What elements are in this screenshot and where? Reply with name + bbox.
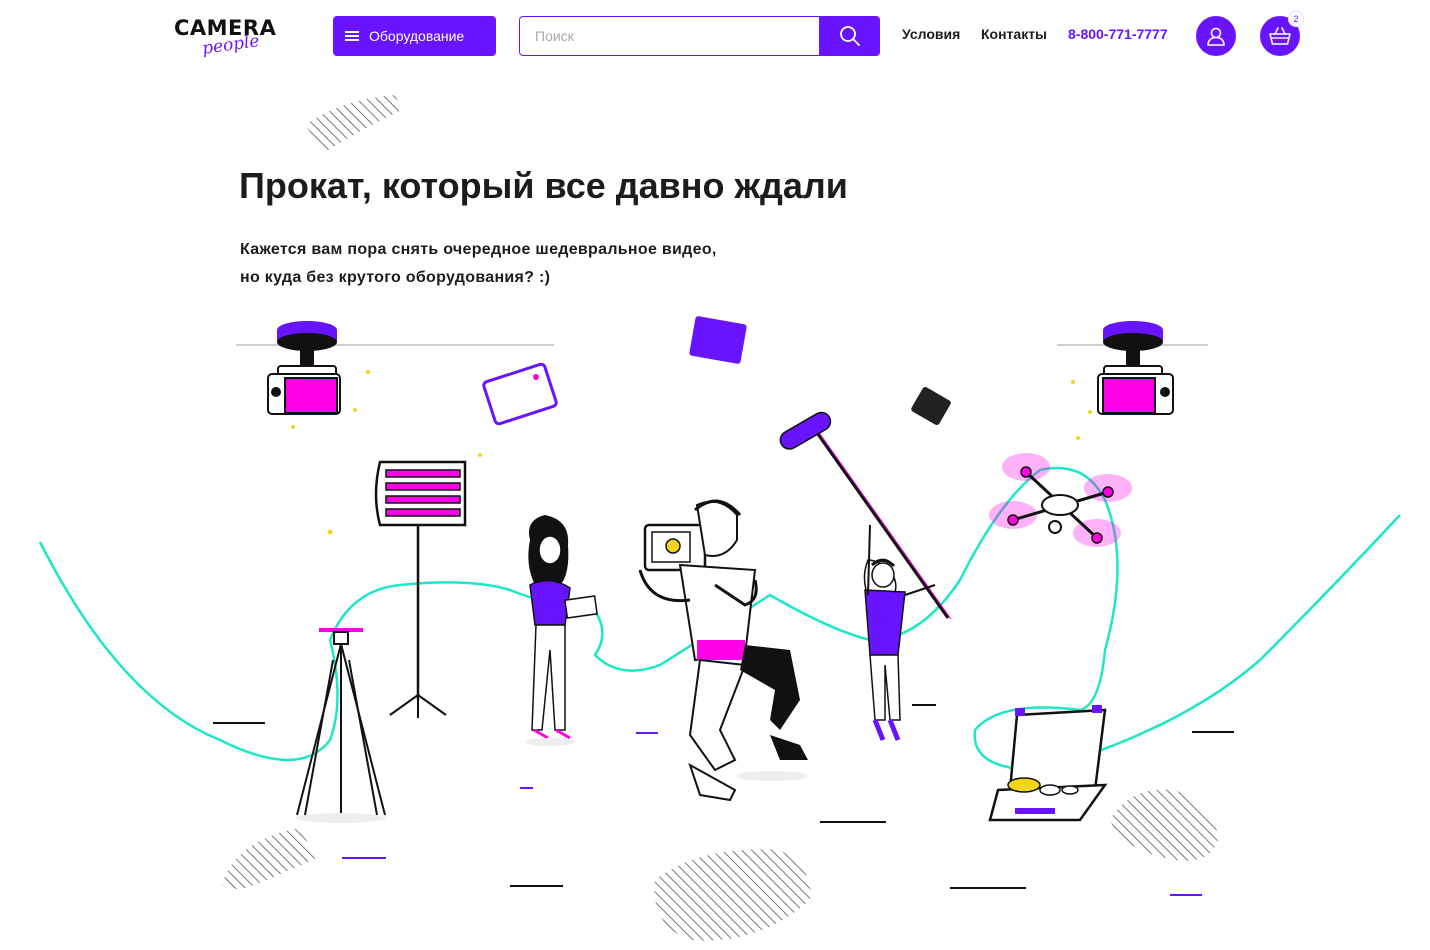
basket-icon [1269,27,1291,45]
softbox-light [374,460,467,718]
ceiling-light-right [1097,321,1174,415]
search-input[interactable] [519,16,821,56]
search-button[interactable] [819,16,880,56]
logo[interactable]: CAMERA people [174,16,284,60]
nav-link-terms[interactable]: Условия [902,26,960,42]
tripod [296,628,386,823]
phone-link[interactable]: 8-800-771-7777 [1068,26,1168,42]
search-icon [839,26,860,46]
floating-shapes [482,316,951,426]
account-button[interactable] [1196,16,1236,56]
header: CAMERA people Оборудование Условия Конта… [0,0,1430,72]
equipment-menu-label: Оборудование [369,28,465,44]
woman-character [525,515,598,746]
menu-icon [345,31,359,41]
ceiling-light-left [267,321,341,415]
boom-operator-character [779,411,952,741]
search-bar [519,16,880,56]
nav-link-contacts[interactable]: Контакты [981,26,1047,42]
equipment-case [988,705,1108,822]
user-icon [1207,27,1225,46]
hero-illustration [38,95,1401,941]
cameraman-character [638,499,808,802]
cart-count-badge: 2 [1288,11,1304,27]
equipment-menu-button[interactable]: Оборудование [333,16,496,56]
